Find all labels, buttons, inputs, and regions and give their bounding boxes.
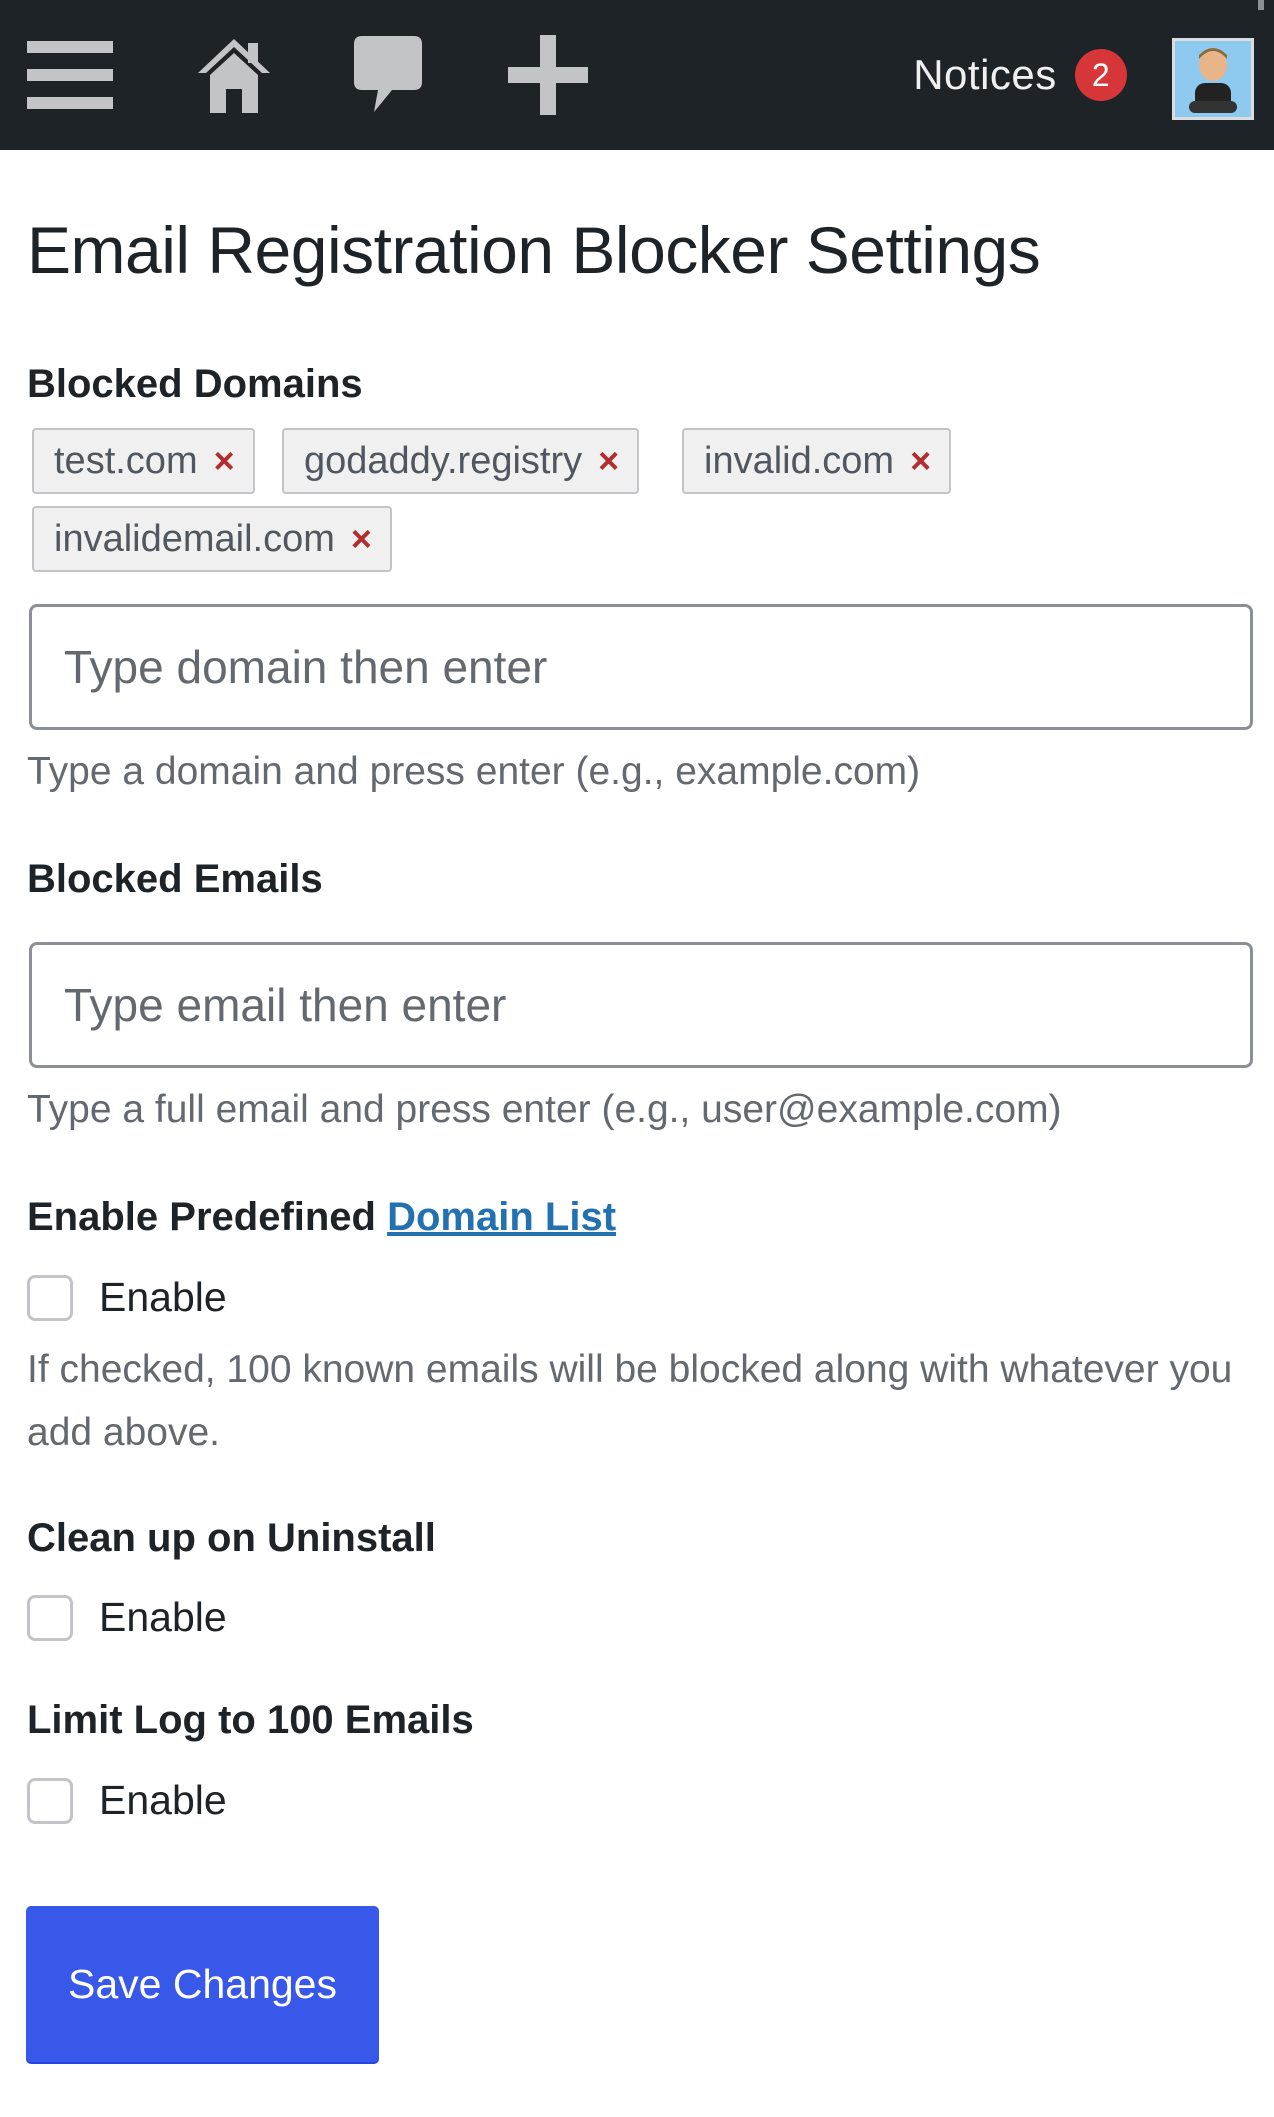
limit-log-label: Limit Log to 100 Emails <box>27 1698 474 1742</box>
domain-input[interactable] <box>29 604 1253 730</box>
predefined-list-label: Enable Predefined Domain List <box>27 1195 616 1240</box>
site-home-button[interactable] <box>186 0 282 150</box>
avatar-icon <box>1175 41 1251 117</box>
domain-tag-label: invalid.com <box>704 439 895 482</box>
predefined-checkbox-row[interactable]: Enable <box>27 1274 227 1321</box>
menu-toggle-button[interactable] <box>22 0 118 150</box>
predefined-checkbox-label[interactable]: Enable <box>99 1274 227 1321</box>
cleanup-checkbox-row[interactable]: Enable <box>27 1594 227 1641</box>
remove-tag-icon[interactable]: × <box>598 440 619 482</box>
limit-log-checkbox-row[interactable]: Enable <box>27 1777 227 1824</box>
domain-tag-label: test.com <box>54 439 198 482</box>
remove-tag-icon[interactable]: × <box>351 518 372 560</box>
domain-tag: test.com × <box>32 428 255 494</box>
blocked-domains-label: Blocked Domains <box>27 362 363 406</box>
domain-input-description: Type a domain and press enter (e.g., exa… <box>27 750 921 793</box>
remove-tag-icon[interactable]: × <box>910 440 931 482</box>
predefined-label-text: Enable Predefined <box>27 1195 376 1239</box>
predefined-description: If checked, 100 known emails will be blo… <box>27 1348 1233 1454</box>
cleanup-checkbox[interactable] <box>27 1594 73 1641</box>
comment-bubble-icon <box>354 36 422 112</box>
cleanup-label: Clean up on Uninstall <box>27 1516 436 1560</box>
notices-label: Notices <box>913 51 1057 98</box>
blocked-emails-label: Blocked Emails <box>27 857 323 901</box>
email-input-description: Type a full email and press enter (e.g.,… <box>27 1088 1062 1131</box>
page-title: Email Registration Blocker Settings <box>27 213 1041 287</box>
home-icon <box>198 39 270 113</box>
domain-tag-label: godaddy.registry <box>304 439 583 482</box>
domain-list-link[interactable]: Domain List <box>387 1195 616 1239</box>
notices-count-badge: 2 <box>1074 49 1127 101</box>
admin-bar: Notices 2 <box>0 0 1274 150</box>
limit-log-checkbox-label[interactable]: Enable <box>99 1777 227 1824</box>
cleanup-checkbox-label[interactable]: Enable <box>99 1594 227 1641</box>
hamburger-menu-icon <box>27 41 113 109</box>
new-content-button[interactable] <box>500 0 596 150</box>
plus-icon <box>508 35 588 115</box>
email-input[interactable] <box>29 942 1253 1068</box>
domain-tag: godaddy.registry × <box>282 428 640 494</box>
user-avatar[interactable] <box>1172 38 1254 120</box>
comments-button[interactable] <box>340 0 436 150</box>
scroll-indicator <box>1258 0 1264 10</box>
remove-tag-icon[interactable]: × <box>214 440 235 482</box>
save-changes-button[interactable]: Save Changes <box>26 1906 379 2062</box>
domain-tag: invalid.com × <box>682 428 952 494</box>
notices-menu[interactable]: Notices 2 <box>900 0 1140 150</box>
predefined-checkbox[interactable] <box>27 1274 73 1321</box>
domain-tag-label: invalidemail.com <box>54 517 335 560</box>
domain-tag: invalidemail.com × <box>32 506 392 572</box>
limit-log-checkbox[interactable] <box>27 1777 73 1824</box>
